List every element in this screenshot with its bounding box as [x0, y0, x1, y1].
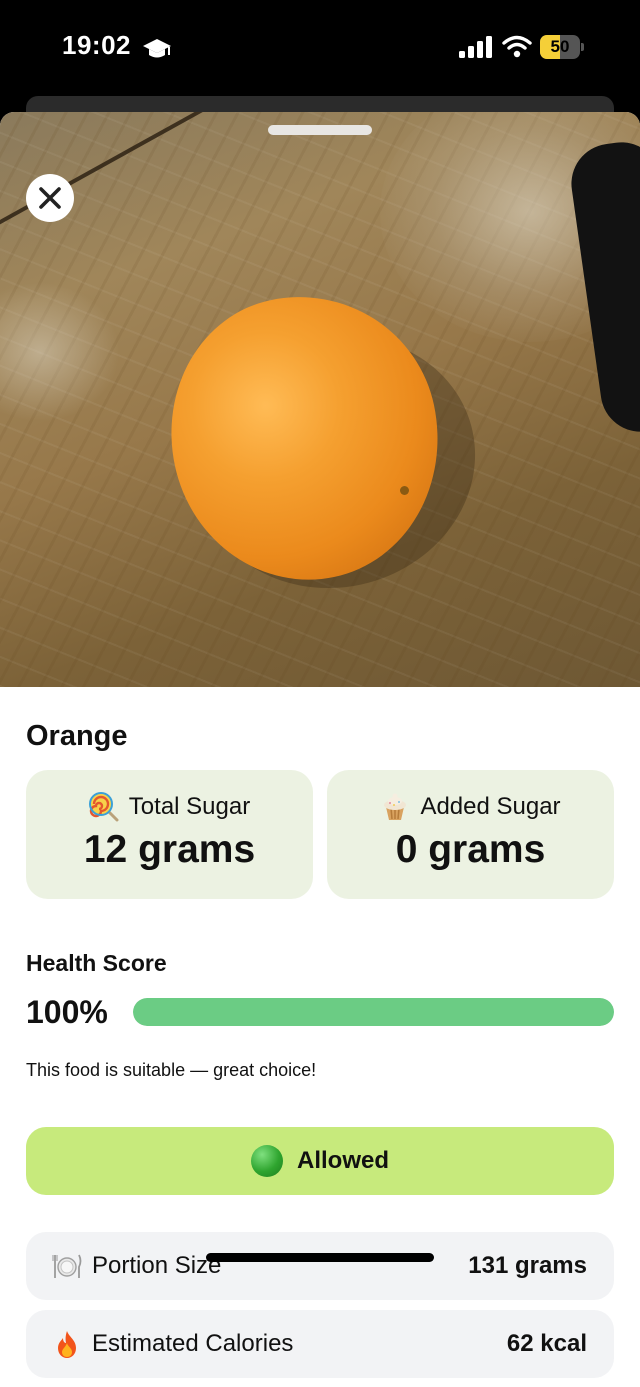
status-time: 19:02 [62, 30, 131, 60]
plate-icon [52, 1254, 82, 1278]
health-score-percent: 100% [26, 994, 108, 1030]
added-sugar-value: 0 grams [395, 828, 546, 871]
total-sugar-label: Total Sugar [128, 793, 251, 820]
sheet-grabber[interactable] [268, 125, 372, 135]
battery-nub [581, 43, 584, 51]
estimated-calories-value: 62 kcal [506, 1330, 587, 1357]
table-glare-left [0, 282, 120, 422]
fire-icon [58, 1331, 76, 1358]
portion-size-left: Portion Size [52, 1232, 221, 1300]
graduation-cap-icon [143, 39, 171, 58]
portion-size-label: Portion Size [92, 1252, 222, 1279]
wifi-icon [502, 35, 532, 58]
added-sugar-header: Added Sugar [327, 792, 614, 822]
lollipop-icon [88, 792, 119, 822]
added-sugar-card: Added Sugar 0 grams [327, 770, 614, 899]
allowed-verdict-button[interactable]: Allowed [26, 1127, 614, 1195]
battery-level: 50 [550, 37, 570, 56]
close-button[interactable] [26, 174, 74, 222]
cupcake-icon [384, 793, 407, 820]
total-sugar-header: Total Sugar [26, 792, 313, 822]
status-bar: 19:02 50 [0, 0, 640, 96]
estimated-calories-row: Estimated Calories 62 kcal [26, 1310, 614, 1378]
cellular-signal-icon [459, 36, 492, 58]
portion-size-value: 131 grams [468, 1252, 587, 1279]
verdict-label: Allowed [296, 1147, 389, 1174]
health-message: This food is suitable — great choice! [26, 1060, 317, 1080]
health-score-bar [133, 998, 614, 1026]
estimated-calories-label: Estimated Calories [92, 1330, 294, 1357]
food-name: Orange [26, 720, 128, 752]
health-score-label: Health Score [26, 950, 167, 976]
portion-size-row: Portion Size 131 grams [26, 1232, 614, 1300]
green-circle-icon [250, 1145, 283, 1177]
estimated-calories-left: Estimated Calories [52, 1310, 293, 1378]
total-sugar-value: 12 grams [83, 828, 256, 871]
battery-icon: 50 [540, 35, 584, 59]
close-icon [39, 187, 61, 209]
orange-stem [400, 486, 409, 495]
food-detail-sheet: Orange Total Sugar 12 grams Added Sugar … [0, 112, 640, 1387]
battery-body: 50 [540, 35, 580, 59]
food-photo [0, 112, 640, 687]
added-sugar-label: Added Sugar [420, 793, 561, 820]
home-indicator [206, 1253, 434, 1262]
total-sugar-card: Total Sugar 12 grams [26, 770, 313, 899]
health-score-fill [133, 998, 614, 1026]
